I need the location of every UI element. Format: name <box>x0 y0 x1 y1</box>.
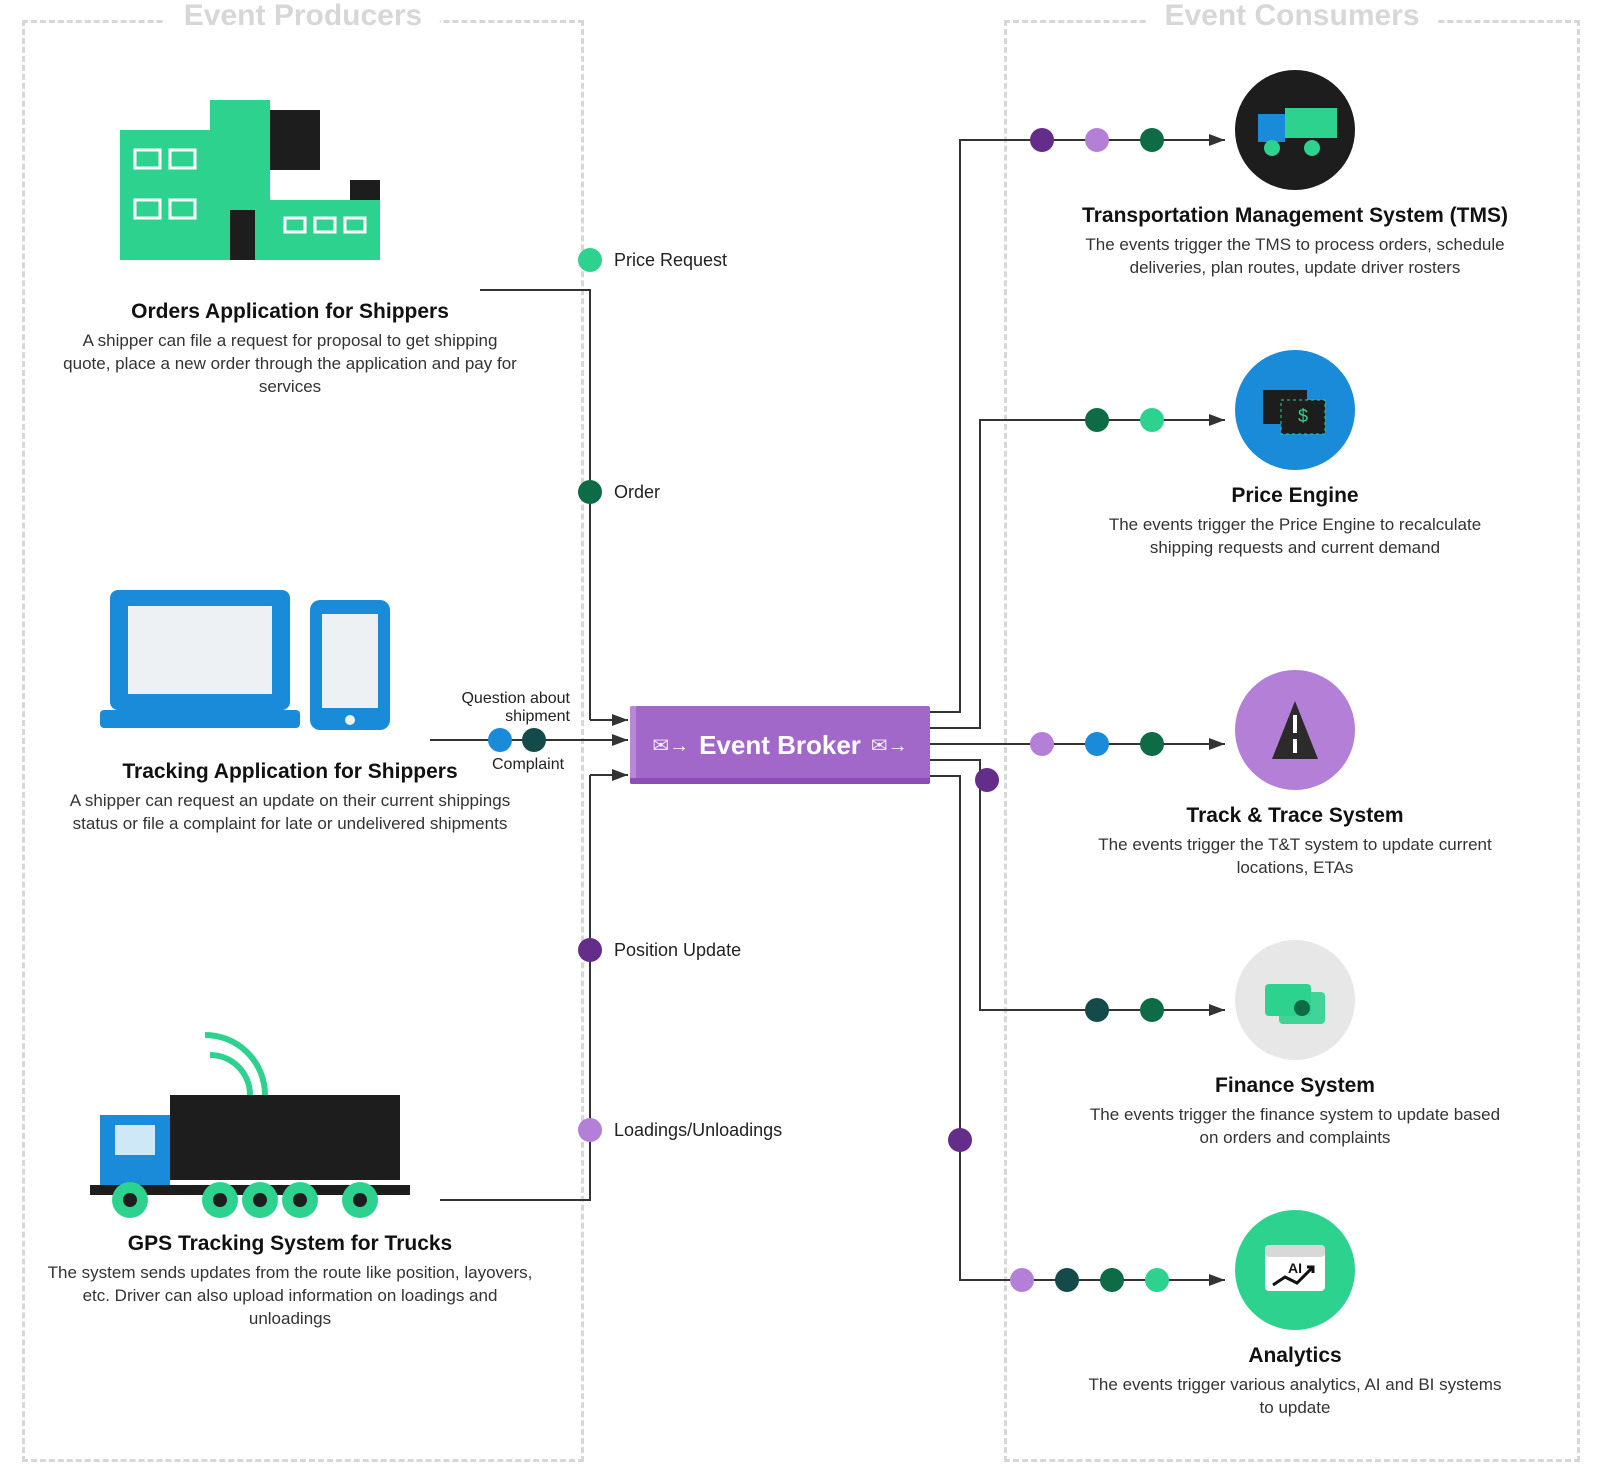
consumer-tms-desc: The events trigger the TMS to process or… <box>1080 234 1510 280</box>
consumer-analytics-desc: The events trigger various analytics, AI… <box>1080 1374 1510 1420</box>
price-dot1 <box>1085 408 1109 432</box>
analytics-dot1 <box>1010 1268 1034 1292</box>
producer-orders-desc: A shipper can file a request for proposa… <box>60 330 520 399</box>
trace-dot3 <box>1140 732 1164 756</box>
tms-icon <box>1235 70 1355 190</box>
consumers-region-label: Event Consumers <box>1146 0 1437 33</box>
event-broker: ✉→ Event Broker ✉→ <box>630 706 930 784</box>
consumer-tms: Transportation Management System (TMS) T… <box>1080 70 1510 280</box>
producer-orders-title: Orders Application for Shippers <box>60 300 520 324</box>
consumer-price: $ Price Engine The events trigger the Pr… <box>1080 350 1510 560</box>
broker-out-icon: ✉→ <box>871 733 908 758</box>
analytics-dot3 <box>1100 1268 1124 1292</box>
tms-dot1 <box>1030 128 1054 152</box>
dot-question <box>488 728 512 752</box>
dot-loadings <box>578 1118 602 1142</box>
gps-truck-icon <box>60 1025 420 1230</box>
price-icon: $ <box>1235 350 1355 470</box>
dot-position-update <box>578 938 602 962</box>
label-position-update: Position Update <box>614 940 741 961</box>
devices-icon <box>100 580 400 755</box>
svg-text:$: $ <box>1298 406 1308 426</box>
producer-tracking-desc: A shipper can request an update on their… <box>60 790 520 836</box>
dot-complaint <box>522 728 546 752</box>
producer-tracking: Tracking Application for Shippers A ship… <box>60 760 520 836</box>
finance-icon <box>1235 940 1355 1060</box>
consumer-trace: Track & Trace System The events trigger … <box>1080 670 1510 880</box>
trace-dot1 <box>1030 732 1054 756</box>
analytics-dot4 <box>1145 1268 1169 1292</box>
consumer-finance: Finance System The events trigger the fi… <box>1080 940 1510 1150</box>
tms-dot2 <box>1085 128 1109 152</box>
label-price-request: Price Request <box>614 250 727 271</box>
producer-gps: GPS Tracking System for Trucks The syste… <box>40 1232 540 1331</box>
analytics-icon: AI <box>1235 1210 1355 1330</box>
trace-dot2 <box>1085 732 1109 756</box>
event-broker-label: Event Broker <box>699 730 861 761</box>
producer-gps-desc: The system sends updates from the route … <box>40 1262 540 1331</box>
consumer-trace-desc: The events trigger the T&T system to upd… <box>1080 834 1510 880</box>
label-complaint: Complaint <box>492 756 564 774</box>
warehouse-icon <box>90 90 380 295</box>
consumer-trace-title: Track & Trace System <box>1080 804 1510 828</box>
consumer-price-desc: The events trigger the Price Engine to r… <box>1080 514 1510 560</box>
finance-dot1 <box>1085 998 1109 1022</box>
consumer-finance-title: Finance System <box>1080 1074 1510 1098</box>
finance-dot2 <box>1140 998 1164 1022</box>
trace-icon <box>1235 670 1355 790</box>
label-loadings: Loadings/Unloadings <box>614 1120 782 1141</box>
analytics-dot2 <box>1055 1268 1079 1292</box>
consumer-tms-title: Transportation Management System (TMS) <box>1080 204 1510 228</box>
trace-dot0 <box>975 768 999 792</box>
svg-text:AI: AI <box>1288 1260 1302 1276</box>
consumer-price-title: Price Engine <box>1080 484 1510 508</box>
consumer-finance-desc: The events trigger the finance system to… <box>1080 1104 1510 1150</box>
analytics-dot0 <box>948 1128 972 1152</box>
producer-orders: Orders Application for Shippers A shippe… <box>60 300 520 399</box>
dot-order <box>578 480 602 504</box>
tms-dot3 <box>1140 128 1164 152</box>
diagram-canvas: Event Producers Event Consumers <box>0 0 1600 1480</box>
label-order: Order <box>614 482 660 503</box>
consumer-analytics: AI Analytics The events trigger various … <box>1080 1210 1510 1420</box>
broker-in-icon: ✉→ <box>652 733 689 758</box>
producer-tracking-title: Tracking Application for Shippers <box>60 760 520 784</box>
producers-region-label: Event Producers <box>166 0 440 33</box>
price-dot2 <box>1140 408 1164 432</box>
label-question: Question about shipment <box>420 690 570 725</box>
consumer-analytics-title: Analytics <box>1080 1344 1510 1368</box>
dot-price-request <box>578 248 602 272</box>
producer-gps-title: GPS Tracking System for Trucks <box>40 1232 540 1256</box>
